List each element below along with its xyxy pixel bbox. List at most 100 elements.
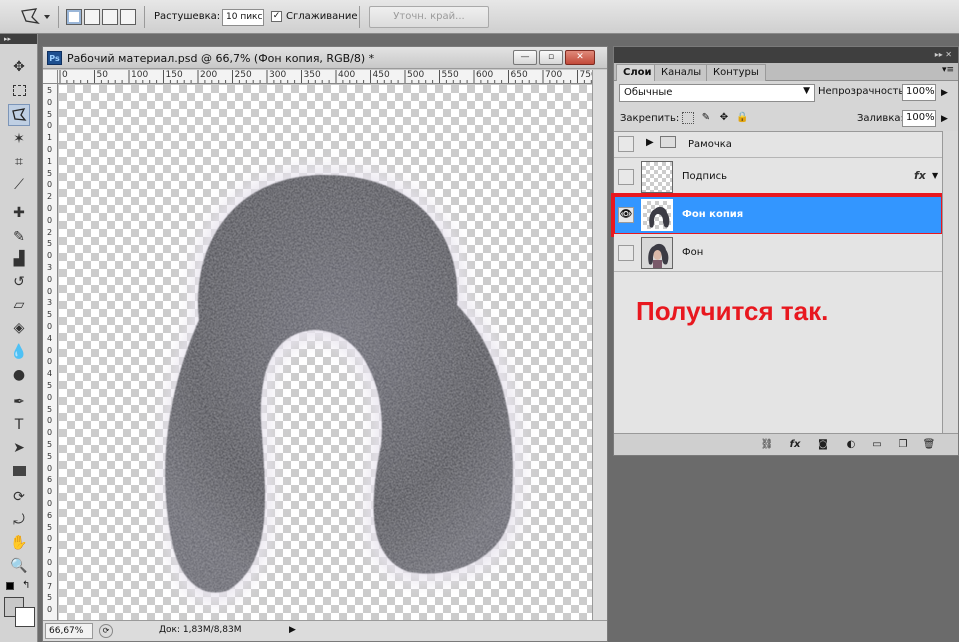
ruler-tick-label: 450	[372, 70, 390, 80]
ruler-tick-label: 100	[131, 70, 149, 80]
maximize-button[interactable]: ▫	[539, 50, 563, 65]
healing-brush-tool-icon[interactable]: ✚	[8, 202, 30, 224]
ruler-origin[interactable]	[43, 70, 58, 84]
ruler-tick-label: 0	[62, 70, 68, 80]
layer-row-group[interactable]: ▶ Рамочка	[614, 132, 942, 158]
paint-bucket-tool-icon[interactable]: ◈	[8, 317, 30, 339]
polygonal-lasso-icon	[21, 8, 50, 24]
ruler-tick-label: 5	[47, 593, 53, 603]
delete-layer-icon[interactable]: 🗑	[922, 438, 936, 451]
layer-thumbnail	[641, 161, 673, 193]
crop-tool-icon[interactable]: ⌗	[8, 151, 30, 173]
antialias-label: Сглаживание	[286, 11, 358, 22]
tool-preset-picker[interactable]	[18, 7, 54, 27]
clone-stamp-tool-icon[interactable]: ▟	[8, 248, 30, 270]
opacity-slider-arrow-icon[interactable]: ▶	[941, 88, 948, 98]
link-layers-icon[interactable]: ⛓	[760, 438, 774, 451]
zoom-tool-icon[interactable]: 🔍	[8, 555, 30, 577]
horizontal-ruler[interactable]: 0 50 100 150 200 250 300 350 400 450 500 550 600 650 7…	[58, 70, 592, 84]
add-mask-icon[interactable]: ◙	[816, 438, 830, 451]
close-button[interactable]: ✕	[565, 50, 595, 65]
subtract-from-selection-button[interactable]	[102, 9, 118, 25]
lock-image-icon[interactable]: ✎	[700, 112, 712, 124]
layer-effects-icon[interactable]: fx	[914, 169, 926, 182]
rectangle-tool-icon[interactable]	[8, 460, 30, 482]
eyedropper-tool-icon[interactable]: ⟋	[8, 174, 30, 196]
add-style-icon[interactable]: fx	[788, 438, 802, 451]
swap-colors-icon[interactable]: ↰	[22, 580, 30, 591]
adjustment-layer-icon[interactable]: ◐	[844, 438, 858, 451]
hand-tool-icon[interactable]: ✋	[8, 532, 30, 554]
tab-channels[interactable]: Каналы	[654, 64, 709, 81]
layer-name: Фон копия	[682, 209, 744, 220]
history-brush-tool-icon[interactable]: ↺	[8, 271, 30, 293]
panel-collapse-bar[interactable]: ▸▸ ✕	[614, 47, 958, 63]
vertical-ruler[interactable]: 5 0 5 0 1 0 1 5 0 2 0 0 2 5 0 3 0 0 3 5 0 4 0 0 4 5 0 5 0 0 5 5 0 6 0 0 6 5 0 7…	[43, 84, 58, 620]
divider	[144, 6, 145, 28]
toolbox-collapse-handle[interactable]: ▸▸	[0, 34, 37, 44]
dodge-tool-icon[interactable]: ●	[8, 364, 30, 386]
fill-input[interactable]: 100%	[902, 110, 936, 127]
new-selection-button[interactable]	[66, 9, 82, 25]
brush-tool-icon[interactable]: ✎	[8, 226, 30, 248]
minimize-button[interactable]: —	[513, 50, 537, 65]
visibility-toggle[interactable]	[618, 136, 634, 152]
layers-scrollbar[interactable]	[942, 131, 958, 433]
polygonal-lasso-tool-icon[interactable]	[8, 104, 30, 126]
move-tool-icon[interactable]: ✥	[8, 56, 30, 78]
marquee-tool-icon[interactable]	[8, 79, 30, 101]
lock-all-icon[interactable]: 🔒	[736, 112, 748, 124]
background-color-swatch[interactable]	[15, 607, 35, 627]
visibility-toggle[interactable]	[618, 245, 634, 261]
expand-arrow-icon[interactable]: ▶	[646, 137, 654, 148]
ruler-tick-label: 4	[47, 369, 53, 379]
zoom-level-field[interactable]: 66,67%	[45, 623, 93, 639]
document-titlebar[interactable]: Ps Рабочий материал.psd @ 66,7% (Фон коп…	[43, 47, 607, 69]
magic-wand-tool-icon[interactable]: ✶	[8, 128, 30, 150]
default-colors-icon[interactable]	[6, 582, 14, 590]
opacity-input[interactable]: 100%	[902, 84, 936, 101]
annotation-text: Получится так.	[636, 296, 829, 326]
new-layer-icon[interactable]: ❐	[896, 438, 910, 451]
feather-input[interactable]: 10 пикс	[222, 9, 264, 26]
layer-row-background[interactable]: Фон	[614, 234, 942, 272]
blur-tool-icon[interactable]: 💧	[8, 341, 30, 363]
ruler-tick-label: 0	[47, 274, 53, 284]
ruler-tick-label: 2	[47, 192, 53, 202]
pen-tool-icon[interactable]: ✒	[8, 391, 30, 413]
eye-icon[interactable]: 👁	[618, 207, 634, 223]
ruler-tick-label: 550	[441, 70, 459, 80]
eraser-tool-icon[interactable]: ▱	[8, 294, 30, 316]
3d-rotate-tool-icon[interactable]: ⟳	[8, 486, 30, 508]
refine-edge-button[interactable]: Уточн. край...	[369, 6, 489, 28]
panel-menu-icon[interactable]: ▾≡	[942, 65, 954, 75]
ruler-tick-label: 5	[47, 239, 53, 249]
path-selection-tool-icon[interactable]: ➤	[8, 437, 30, 459]
ruler-tick-label: 0	[47, 97, 53, 107]
new-group-icon[interactable]: ▭	[870, 438, 884, 451]
tab-paths[interactable]: Контуры	[706, 64, 766, 81]
vertical-scrollbar[interactable]	[592, 70, 607, 620]
ruler-tick-label: 0	[47, 145, 53, 154]
visibility-toggle[interactable]	[618, 169, 634, 185]
lock-transparency-icon[interactable]	[682, 112, 694, 124]
lock-position-icon[interactable]: ✥	[718, 112, 730, 124]
type-tool-icon[interactable]: T	[8, 414, 30, 436]
blend-mode-select[interactable]: Обычные ▼	[619, 84, 815, 102]
3d-orbit-tool-icon[interactable]: ⤾	[8, 509, 30, 531]
effects-expand-icon[interactable]: ▼	[932, 171, 938, 180]
status-info-icon[interactable]: ⟳	[99, 624, 113, 638]
layer-row-signature[interactable]: Подпись fx ▼	[614, 158, 942, 196]
fill-slider-arrow-icon[interactable]: ▶	[941, 114, 948, 124]
status-menu-arrow-icon[interactable]: ▶	[289, 625, 296, 635]
add-to-selection-button[interactable]	[84, 9, 100, 25]
antialias-checkbox[interactable]: ✓	[271, 11, 282, 22]
layer-row-background-copy[interactable]: 👁 Фон копия	[611, 193, 945, 237]
ruler-tick-label: 0	[47, 534, 53, 544]
canvas[interactable]	[59, 85, 592, 620]
feather-label: Растушевка:	[154, 11, 221, 22]
tab-layers[interactable]: Слои	[616, 64, 659, 81]
intersect-selection-button[interactable]	[120, 9, 136, 25]
divider	[58, 6, 59, 28]
toolbox: ▸▸ ✥ ✶ ⌗ ⟋ ✚ ✎ ▟ ↺ ▱ ◈ 💧 ● ✒ T ➤ ⟳ ⤾ ✋ 🔍…	[0, 34, 38, 642]
